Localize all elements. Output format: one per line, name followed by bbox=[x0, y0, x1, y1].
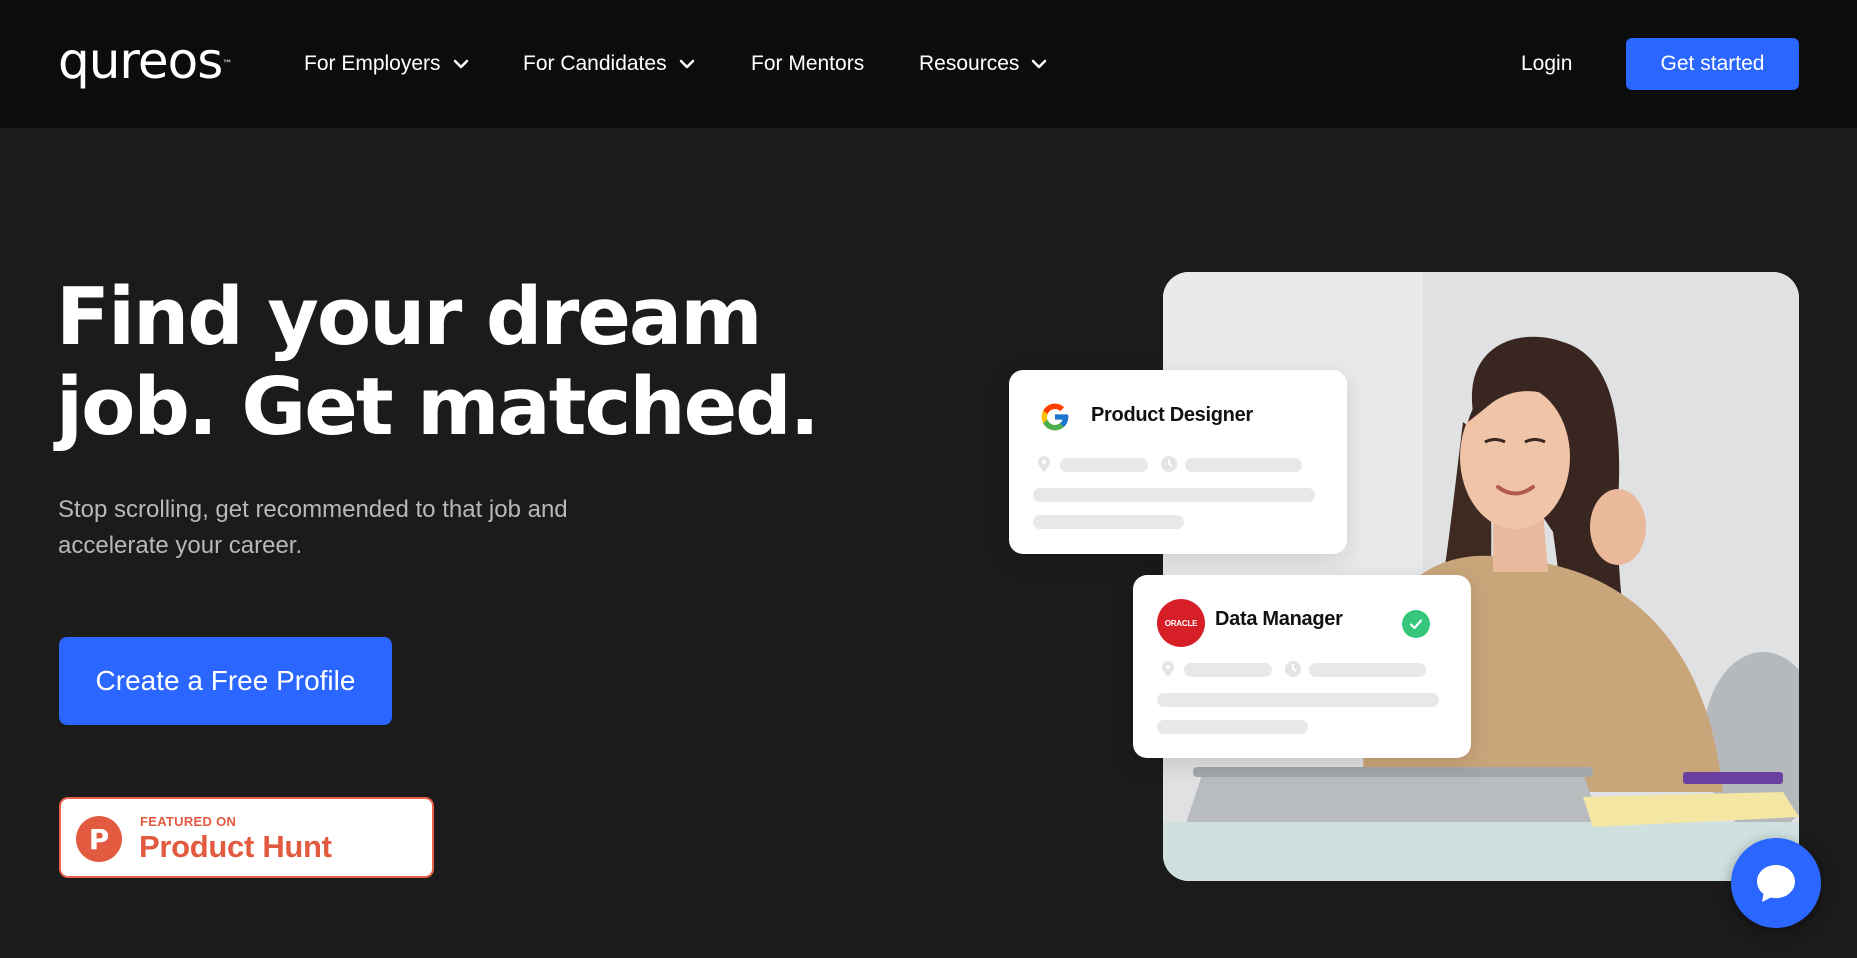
chevron-down-icon bbox=[453, 59, 468, 69]
nav-label: For Employers bbox=[304, 52, 441, 75]
skeleton-line bbox=[1033, 515, 1184, 529]
skeleton-line bbox=[1184, 663, 1272, 677]
skeleton-line bbox=[1185, 458, 1302, 472]
oracle-logo-icon: ORACLE bbox=[1157, 599, 1205, 647]
product-hunt-name: Product Hunt bbox=[139, 829, 332, 864]
google-logo-icon bbox=[1041, 403, 1069, 431]
site-header: qureos™ For Employers For Candidates For… bbox=[0, 0, 1857, 128]
chevron-down-icon bbox=[1032, 59, 1047, 69]
location-pin-icon bbox=[1038, 456, 1050, 472]
skeleton-line bbox=[1157, 720, 1308, 734]
nav-label: For Mentors bbox=[751, 52, 865, 75]
hero-subtitle: Stop scrolling, get recommended to that … bbox=[58, 492, 648, 564]
job-card-product-designer[interactable]: Product Designer bbox=[1009, 370, 1347, 554]
chat-icon bbox=[1757, 865, 1795, 902]
job-title: Product Designer bbox=[1091, 404, 1253, 426]
chevron-down-icon bbox=[679, 59, 694, 69]
product-hunt-logo-icon: P bbox=[76, 816, 122, 862]
nav-for-mentors[interactable]: For Mentors bbox=[751, 50, 864, 78]
logo-text: qureos bbox=[58, 32, 223, 90]
hero-title-line-2: job. Get matched. bbox=[56, 361, 820, 453]
location-pin-icon bbox=[1162, 661, 1174, 677]
clock-icon bbox=[1285, 661, 1301, 677]
login-link[interactable]: Login bbox=[1521, 50, 1572, 78]
hero-title-line-1: Find your dream bbox=[56, 271, 763, 363]
skeleton-line bbox=[1033, 488, 1315, 502]
chat-launcher-button[interactable] bbox=[1731, 838, 1821, 928]
nav-for-candidates[interactable]: For Candidates bbox=[523, 50, 695, 78]
job-title: Data Manager bbox=[1215, 608, 1343, 630]
hero-subtitle-line-2: accelerate your career. bbox=[58, 532, 303, 559]
nav-label: Resources bbox=[919, 52, 1020, 75]
job-card-data-manager[interactable]: ORACLE Data Manager bbox=[1133, 575, 1471, 758]
skeleton-line bbox=[1060, 458, 1148, 472]
nav-resources[interactable]: Resources bbox=[919, 50, 1047, 78]
product-hunt-featured-text: FEATURED ON bbox=[140, 814, 237, 829]
logo-trademark: ™ bbox=[222, 59, 232, 70]
qureos-logo[interactable]: qureos™ bbox=[58, 36, 232, 86]
get-started-button[interactable]: Get started bbox=[1626, 38, 1799, 90]
nav-for-employers[interactable]: For Employers bbox=[304, 50, 469, 78]
hero-subtitle-line-1: Stop scrolling, get recommended to that … bbox=[58, 496, 568, 523]
hero-title: Find your dream job. Get matched. bbox=[56, 272, 836, 452]
nav-label: For Candidates bbox=[523, 52, 667, 75]
create-free-profile-button[interactable]: Create a Free Profile bbox=[59, 637, 392, 725]
clock-icon bbox=[1161, 456, 1177, 472]
check-icon bbox=[1402, 610, 1430, 638]
skeleton-line bbox=[1309, 663, 1426, 677]
product-hunt-badge[interactable]: P FEATURED ON Product Hunt bbox=[59, 797, 434, 878]
skeleton-line bbox=[1157, 693, 1439, 707]
